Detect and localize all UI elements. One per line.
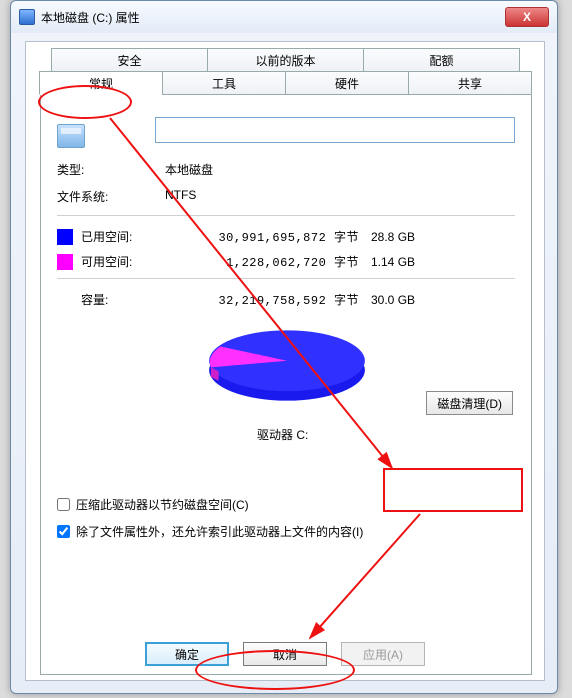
- free-swatch-icon: [57, 254, 73, 270]
- index-checkbox-input[interactable]: [57, 525, 70, 538]
- cancel-button[interactable]: 取消: [243, 642, 327, 666]
- tab-general[interactable]: 常规: [39, 71, 163, 95]
- general-panel: 类型: 本地磁盘 文件系统: NTFS 已用空间: 30,991,695,872…: [40, 95, 532, 675]
- cap-label: 容量:: [81, 291, 181, 308]
- tab-quota[interactable]: 配额: [363, 48, 520, 72]
- type-value: 本地磁盘: [165, 161, 213, 178]
- filesystem-value: NTFS: [165, 188, 196, 205]
- divider: [57, 215, 515, 216]
- drive-name-input[interactable]: [155, 117, 515, 143]
- filesystem-label: 文件系统:: [57, 188, 165, 205]
- drive-large-icon: [57, 124, 85, 148]
- window-title: 本地磁盘 (C:) 属性: [41, 9, 505, 26]
- apply-button: 应用(A): [341, 642, 425, 666]
- compress-label: 压缩此驱动器以节约磁盘空间(C): [76, 496, 249, 513]
- cap-swatch-spacer: [57, 292, 73, 308]
- compress-checkbox-input[interactable]: [57, 498, 70, 511]
- cap-bytes: 32,219,758,592 字节: [181, 291, 371, 308]
- drive-letter-label: 驱动器 C:: [257, 426, 308, 443]
- dialog-buttons: 确定 取消 应用(A): [26, 636, 544, 672]
- free-bytes: 1,228,062,720 字节: [181, 253, 371, 270]
- used-label: 已用空间:: [81, 228, 181, 245]
- tab-previous-versions[interactable]: 以前的版本: [207, 48, 364, 72]
- used-bytes: 30,991,695,872 字节: [181, 228, 371, 245]
- index-checkbox[interactable]: 除了文件属性外，还允许索引此驱动器上文件的内容(I): [57, 523, 515, 540]
- ok-button[interactable]: 确定: [145, 642, 229, 666]
- tab-security[interactable]: 安全: [51, 48, 208, 72]
- used-human: 28.8 GB: [371, 230, 451, 244]
- tab-tools[interactable]: 工具: [162, 71, 286, 95]
- tabstrip: 安全 以前的版本 配额 常规 工具 硬件 共享: [26, 42, 544, 100]
- drive-info: 类型: 本地磁盘 文件系统: NTFS: [57, 161, 515, 205]
- compress-checkbox[interactable]: 压缩此驱动器以节约磁盘空间(C): [57, 496, 515, 513]
- disk-cleanup-button[interactable]: 磁盘清理(D): [426, 391, 513, 415]
- options: 压缩此驱动器以节约磁盘空间(C) 除了文件属性外，还允许索引此驱动器上文件的内容…: [57, 496, 515, 540]
- tab-hardware[interactable]: 硬件: [285, 71, 409, 95]
- titlebar[interactable]: 本地磁盘 (C:) 属性 X: [11, 1, 557, 33]
- pie-svg: [192, 318, 382, 413]
- drive-icon: [19, 9, 35, 25]
- index-label: 除了文件属性外，还允许索引此驱动器上文件的内容(I): [76, 523, 363, 540]
- divider: [57, 278, 515, 279]
- dialog-body: 安全 以前的版本 配额 常规 工具 硬件 共享 类型: 本地磁盘: [25, 41, 545, 681]
- space-table: 已用空间: 30,991,695,872 字节 28.8 GB 可用空间: 1,…: [57, 228, 515, 308]
- properties-dialog: 本地磁盘 (C:) 属性 X 安全 以前的版本 配额 常规 工具 硬件 共享: [10, 0, 558, 694]
- cap-human: 30.0 GB: [371, 293, 451, 307]
- used-swatch-icon: [57, 229, 73, 245]
- tab-sharing[interactable]: 共享: [408, 71, 532, 95]
- close-button[interactable]: X: [505, 7, 549, 27]
- free-human: 1.14 GB: [371, 255, 451, 269]
- free-label: 可用空间:: [81, 253, 181, 270]
- type-label: 类型:: [57, 161, 165, 178]
